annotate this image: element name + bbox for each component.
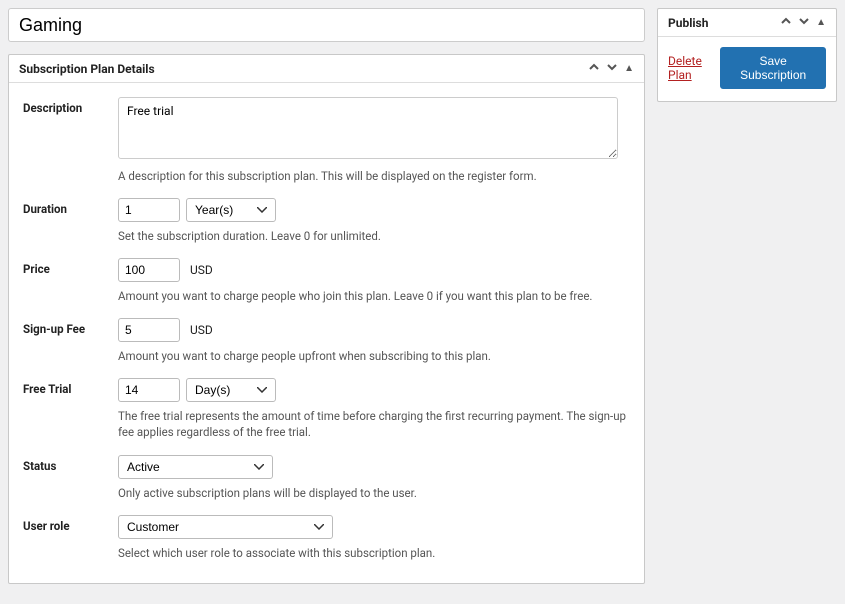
- publish-move-down-icon[interactable]: [798, 15, 810, 30]
- price-input[interactable]: [118, 258, 180, 282]
- freetrial-unit-select[interactable]: Day(s): [186, 378, 276, 402]
- publish-move-up-icon[interactable]: [780, 15, 792, 30]
- status-help: Only active subscription plans will be d…: [118, 485, 630, 501]
- details-heading: Subscription Plan Details: [19, 62, 155, 76]
- price-currency: USD: [190, 263, 213, 277]
- signup-currency: USD: [190, 323, 213, 337]
- freetrial-help: The free trial represents the amount of …: [118, 408, 630, 440]
- description-help: A description for this subscription plan…: [118, 168, 630, 184]
- signup-label: Sign-up Fee: [23, 318, 118, 364]
- publish-postbox: Publish ▲ Delete Plan Save Subscription: [657, 8, 837, 102]
- delete-plan-link[interactable]: Delete Plan: [668, 54, 720, 82]
- price-help: Amount you want to charge people who joi…: [118, 288, 630, 304]
- status-select[interactable]: Active: [118, 455, 273, 479]
- details-postbox: Subscription Plan Details ▲ Description …: [8, 54, 645, 584]
- publish-heading: Publish: [668, 16, 708, 30]
- userrole-select[interactable]: Customer: [118, 515, 333, 539]
- panel-move-up-icon[interactable]: [588, 61, 600, 76]
- plan-title-input[interactable]: [8, 8, 645, 42]
- duration-label: Duration: [23, 198, 118, 244]
- save-button[interactable]: Save Subscription: [720, 47, 826, 89]
- duration-help: Set the subscription duration. Leave 0 f…: [118, 228, 630, 244]
- publish-toggle-icon[interactable]: ▲: [816, 17, 826, 28]
- description-textarea[interactable]: Free trial: [118, 97, 618, 159]
- freetrial-label: Free Trial: [23, 378, 118, 440]
- userrole-label: User role: [23, 515, 118, 561]
- panel-move-down-icon[interactable]: [606, 61, 618, 76]
- publish-postbox-header: Publish ▲: [658, 9, 836, 37]
- duration-input[interactable]: [118, 198, 180, 222]
- panel-toggle-icon[interactable]: ▲: [624, 63, 634, 74]
- details-postbox-header: Subscription Plan Details ▲: [9, 55, 644, 83]
- price-label: Price: [23, 258, 118, 304]
- duration-unit-select[interactable]: Year(s): [186, 198, 276, 222]
- signup-help: Amount you want to charge people upfront…: [118, 348, 630, 364]
- status-label: Status: [23, 455, 118, 501]
- userrole-help: Select which user role to associate with…: [118, 545, 630, 561]
- signup-fee-input[interactable]: [118, 318, 180, 342]
- description-label: Description: [23, 97, 118, 184]
- freetrial-input[interactable]: [118, 378, 180, 402]
